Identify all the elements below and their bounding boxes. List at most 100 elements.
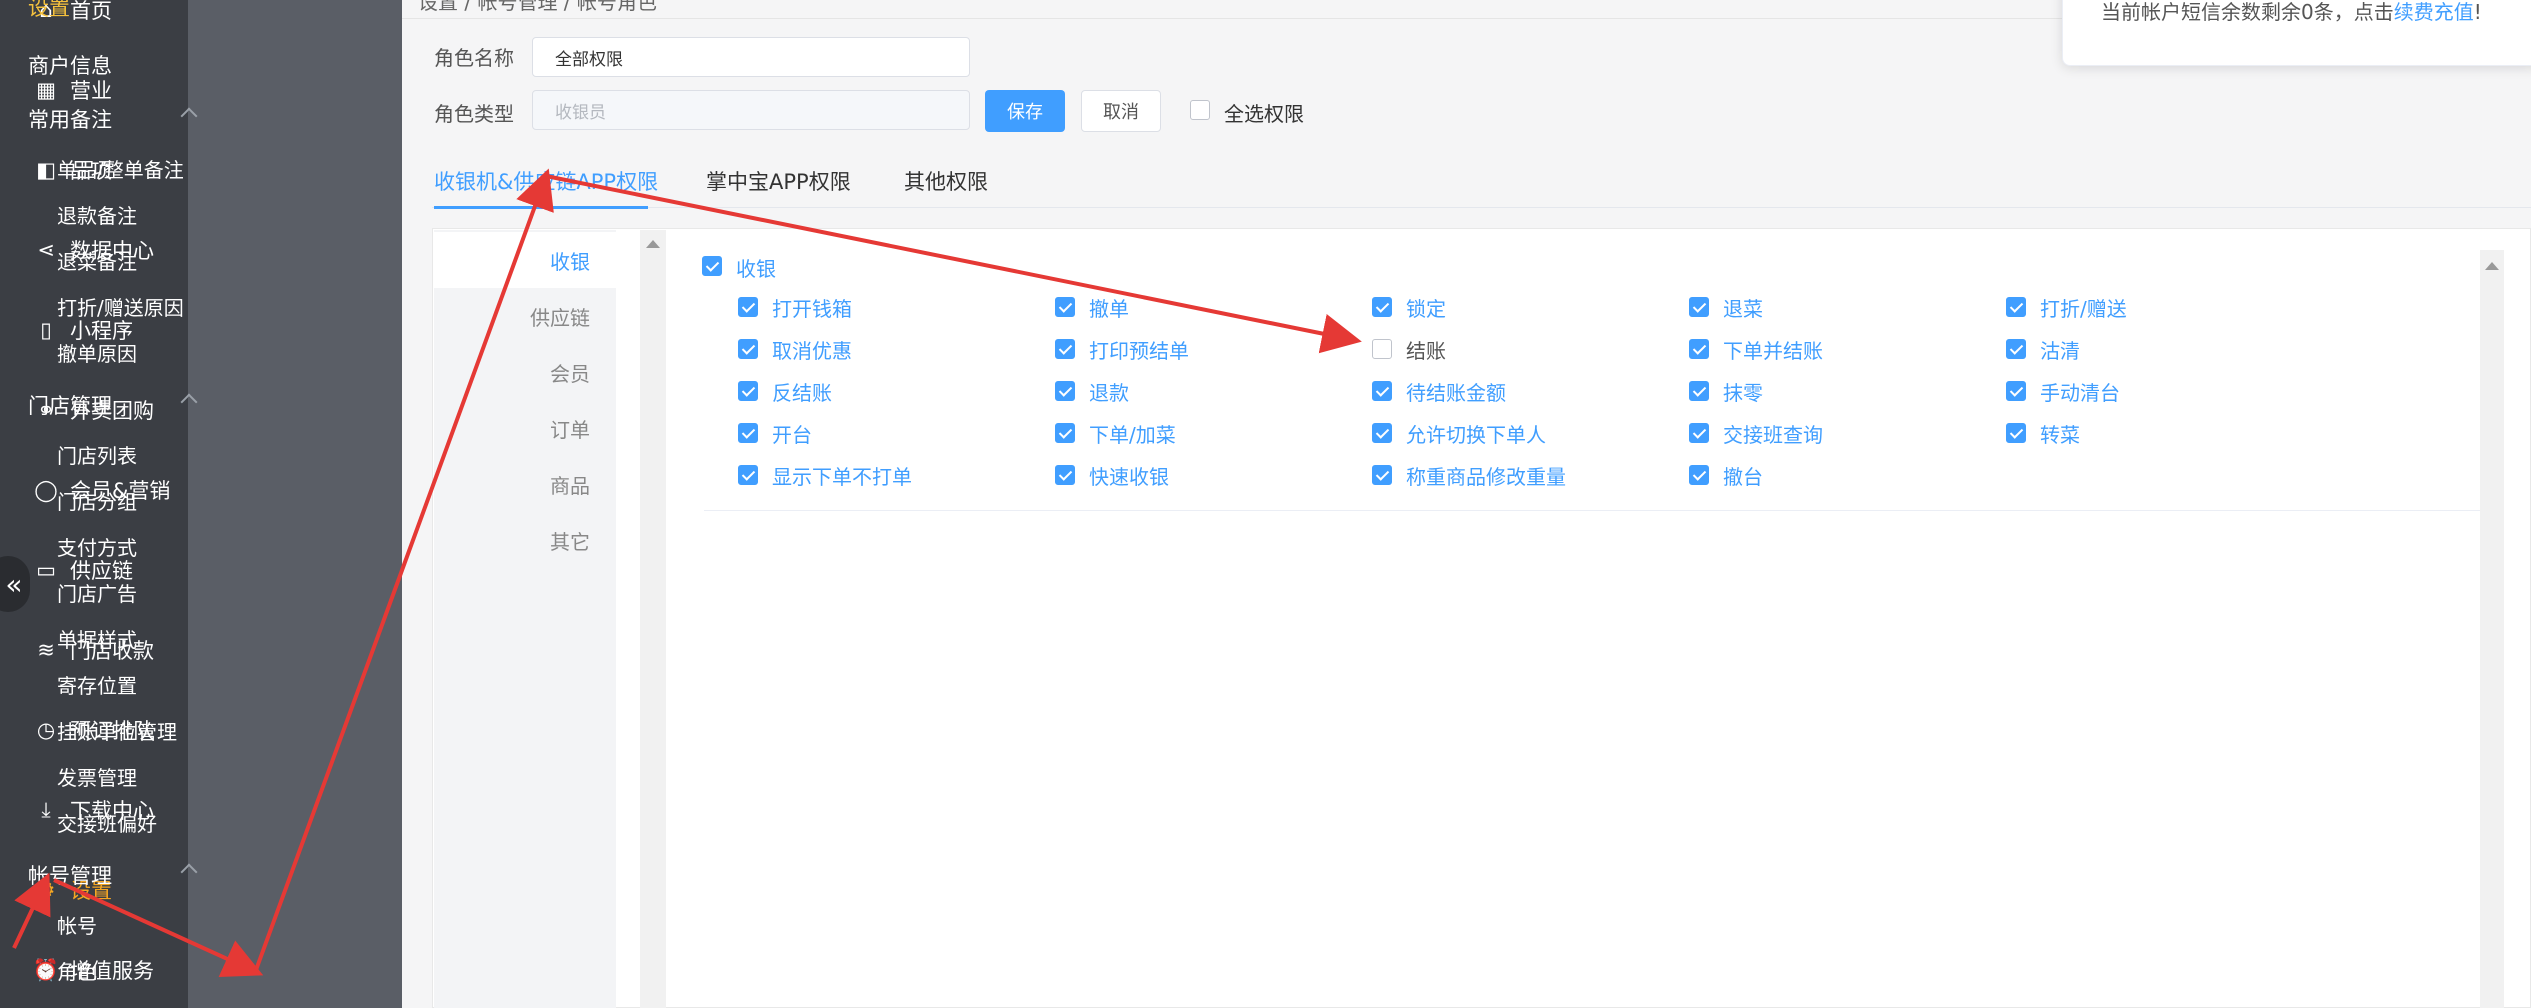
permission-checkbox[interactable] — [1689, 381, 1709, 401]
permission-checkbox[interactable] — [1055, 465, 1075, 485]
submenu-group-1[interactable]: 门店管理 — [28, 390, 203, 420]
submenu-item[interactable]: 门店分组 — [57, 486, 137, 515]
submenu-item[interactable]: 帐号 — [57, 910, 97, 939]
submenu-item[interactable]: 挂账单位管理 — [57, 716, 177, 745]
scroll-up-icon[interactable] — [2485, 262, 2499, 270]
tab-pos-supply-permissions[interactable]: 收银机&供应链APP权限 — [434, 166, 658, 196]
submenu-item[interactable]: 退菜备注 — [57, 246, 137, 275]
chevron-up-icon — [180, 107, 198, 125]
permission-checkbox[interactable] — [738, 465, 758, 485]
side-tab-0[interactable]: 收银 — [434, 232, 616, 288]
breadcrumb: 设置 / 帐号管理 / 帐号角色 — [418, 0, 657, 14]
role-type-select[interactable]: 收银员 — [532, 90, 970, 130]
permission-label[interactable]: 退菜 — [1723, 293, 1763, 322]
save-button[interactable]: 保存 — [985, 90, 1065, 132]
permission-checkbox[interactable] — [738, 297, 758, 317]
permission-checkbox[interactable] — [1372, 381, 1392, 401]
permission-checkbox[interactable] — [1689, 423, 1709, 443]
permission-label[interactable]: 待结账金额 — [1406, 377, 1506, 406]
permission-label[interactable]: 显示下单不打单 — [772, 461, 912, 490]
submenu-item[interactable]: 退款备注 — [57, 200, 137, 229]
permission-label[interactable]: 打折/赠送 — [2040, 293, 2127, 322]
permission-label[interactable]: 下单并结账 — [1723, 335, 1823, 364]
permission-checkbox[interactable] — [738, 339, 758, 359]
permission-checkbox[interactable] — [1372, 465, 1392, 485]
scroll-up-icon[interactable] — [646, 240, 660, 248]
cancel-button[interactable]: 取消 — [1081, 90, 1161, 132]
permission-label[interactable]: 转菜 — [2040, 419, 2080, 448]
side-scrollbar[interactable] — [640, 230, 666, 1008]
submenu-item[interactable]: 寄存位置 — [57, 670, 137, 699]
clock-icon: ◷ — [36, 718, 56, 742]
submenu-item[interactable]: 交接班偏好 — [57, 808, 157, 837]
permission-label[interactable]: 下单/加菜 — [1089, 419, 1176, 448]
submenu-item[interactable]: 门店列表 — [57, 440, 137, 469]
permission-checkbox[interactable] — [1689, 339, 1709, 359]
submenu-item[interactable]: 门店广告 — [57, 578, 137, 607]
content-scrollbar[interactable] — [2480, 250, 2504, 1008]
side-tab-4[interactable]: 商品 — [434, 456, 616, 512]
role-name-input[interactable]: 全部权限 — [532, 37, 970, 77]
permission-label[interactable]: 快速收银 — [1089, 461, 1169, 490]
permission-checkbox[interactable] — [2006, 297, 2026, 317]
permission-label[interactable]: 沽清 — [2040, 335, 2080, 364]
permission-label[interactable]: 称重商品修改重量 — [1406, 461, 1566, 490]
permission-checkbox[interactable] — [1055, 381, 1075, 401]
permission-label[interactable]: 反结账 — [772, 377, 832, 406]
select-all-label[interactable]: 全选权限 — [1224, 98, 1304, 127]
submenu-item[interactable]: 打折/赠送原因 — [57, 292, 184, 321]
submenu-item[interactable]: 角色 — [57, 956, 97, 985]
permission-checkbox[interactable] — [1372, 339, 1392, 359]
permission-label[interactable]: 撤台 — [1723, 461, 1763, 490]
side-tab-2[interactable]: 会员 — [434, 344, 616, 400]
select-all-checkbox[interactable] — [1190, 100, 1210, 120]
permission-label[interactable]: 开台 — [772, 419, 812, 448]
submenu-item[interactable]: 支付方式 — [57, 532, 137, 561]
permission-checkbox[interactable] — [1055, 339, 1075, 359]
permission-label[interactable]: 结账 — [1406, 335, 1446, 364]
recharge-link[interactable]: 续费充值 — [2394, 0, 2474, 24]
group-label-cashier[interactable]: 收银 — [736, 253, 776, 282]
permission-label[interactable]: 打开钱箱 — [772, 293, 852, 322]
side-tab-3[interactable]: 订单 — [434, 400, 616, 456]
submenu-item[interactable]: 撤单原因 — [57, 338, 137, 367]
sms-balance-notification: 当前帐户短信余数剩余0条，点击续费充值! — [2062, 0, 2531, 66]
side-tab-5[interactable]: 其它 — [434, 512, 616, 568]
permission-label[interactable]: 撤单 — [1089, 293, 1129, 322]
permission-checkbox[interactable] — [1372, 423, 1392, 443]
submenu-group-0[interactable]: 常用备注 — [28, 104, 203, 134]
permission-checkbox[interactable] — [1372, 297, 1392, 317]
permission-label[interactable]: 打印预结单 — [1089, 335, 1189, 364]
permission-label[interactable]: 取消优惠 — [772, 335, 852, 364]
user-icon: ◯ — [34, 478, 58, 502]
permission-checkbox[interactable] — [1055, 297, 1075, 317]
permission-checkbox[interactable] — [1689, 297, 1709, 317]
submenu-item-merchant-info[interactable]: 商户信息 — [28, 50, 112, 80]
permission-label[interactable]: 退款 — [1089, 377, 1129, 406]
permission-label[interactable]: 手动清台 — [2040, 377, 2120, 406]
permission-checkbox[interactable] — [2006, 339, 2026, 359]
bag-icon: ◧ — [36, 158, 56, 182]
permission-checkbox[interactable] — [738, 381, 758, 401]
side-tab-1[interactable]: 供应链 — [434, 288, 616, 344]
submenu-item[interactable]: 发票管理 — [57, 762, 137, 791]
group-checkbox-cashier[interactable] — [702, 256, 722, 276]
permission-label[interactable]: 锁定 — [1406, 293, 1446, 322]
submenu-group-label: 帐号管理 — [28, 864, 112, 888]
permission-label[interactable]: 交接班查询 — [1723, 419, 1823, 448]
permission-label[interactable]: 允许切换下单人 — [1406, 419, 1546, 448]
tab-palm-app-permissions[interactable]: 掌中宝APP权限 — [706, 166, 851, 196]
tab-other-permissions[interactable]: 其他权限 — [904, 166, 988, 196]
permission-checkbox[interactable] — [2006, 423, 2026, 443]
download-icon: ⤓ — [41, 797, 51, 822]
permission-checkbox[interactable] — [1689, 465, 1709, 485]
permission-label[interactable]: 抹零 — [1723, 377, 1763, 406]
submenu-title: 设置 — [28, 0, 70, 20]
submenu-group-label: 常用备注 — [28, 108, 112, 132]
permission-checkbox[interactable] — [1055, 423, 1075, 443]
submenu-item[interactable]: 单品/整单备注 — [57, 154, 184, 183]
submenu-item[interactable]: 单据样式 — [57, 624, 137, 653]
permission-checkbox[interactable] — [2006, 381, 2026, 401]
permission-checkbox[interactable] — [738, 423, 758, 443]
submenu-group-2[interactable]: 帐号管理 — [28, 860, 203, 890]
